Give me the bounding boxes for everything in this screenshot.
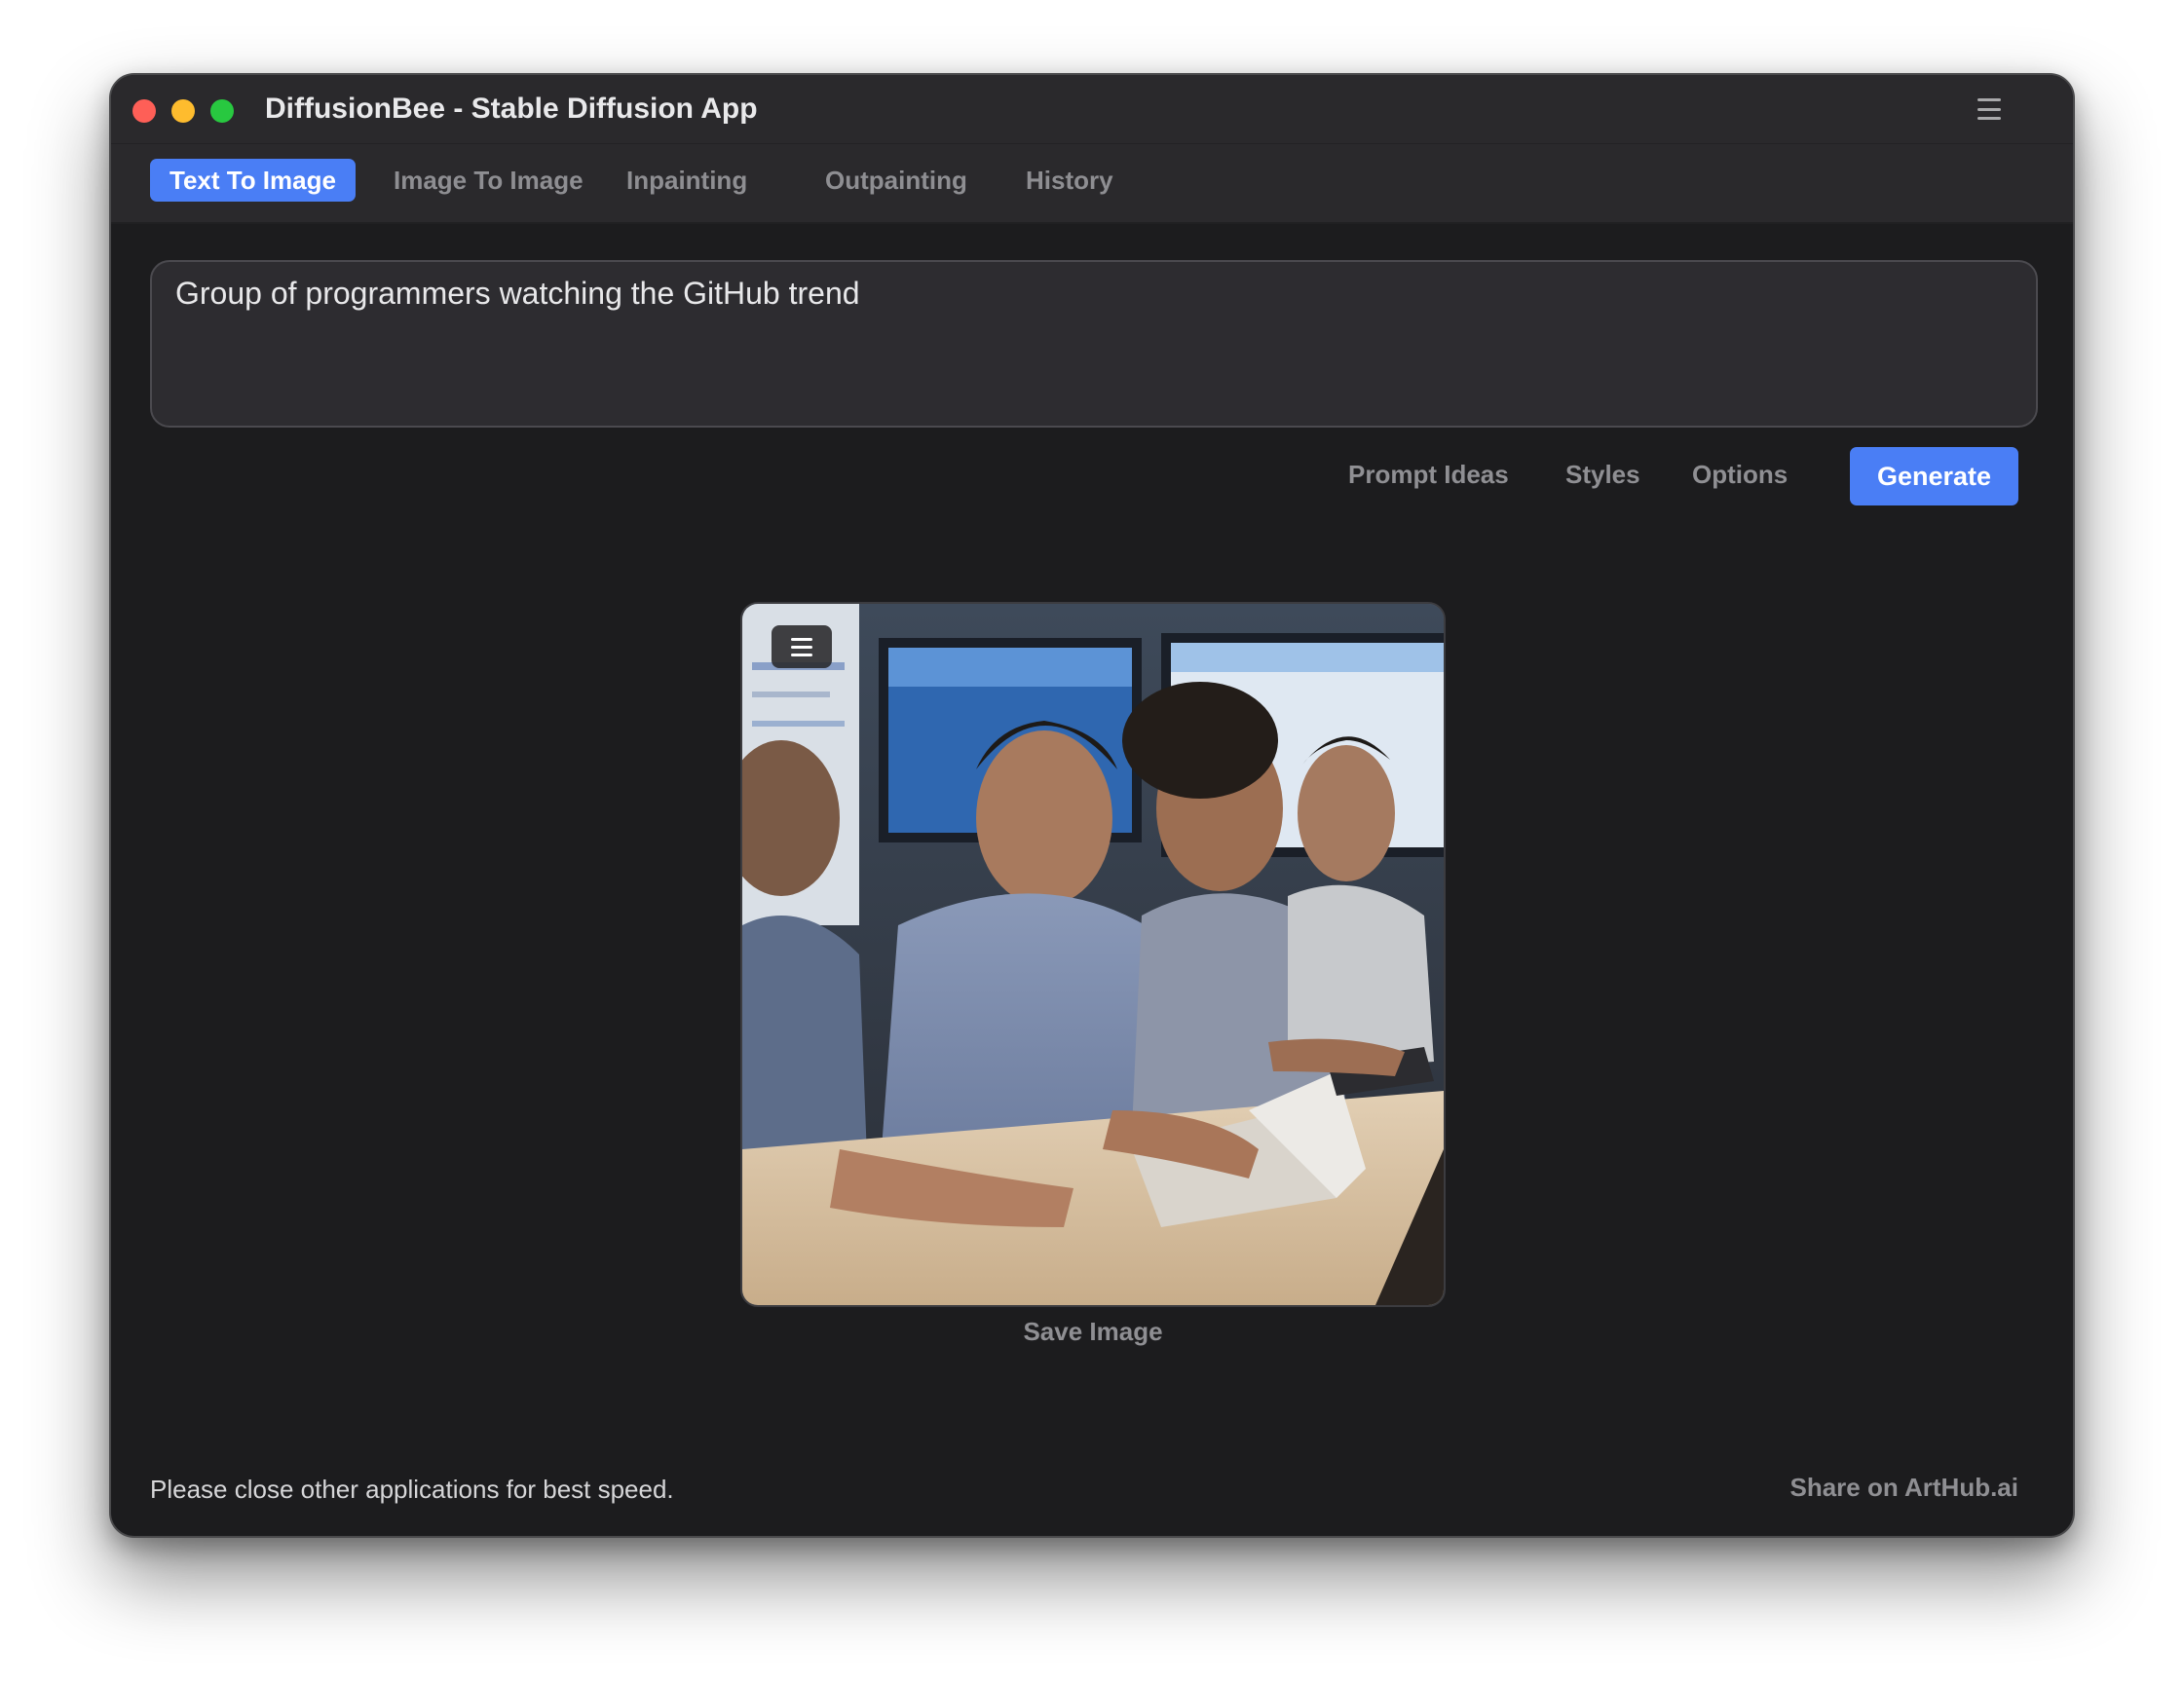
prompt-ideas-button[interactable]: Prompt Ideas xyxy=(1348,460,1509,490)
generate-button[interactable]: Generate xyxy=(1850,447,2018,505)
generated-image xyxy=(740,602,1446,1307)
tab-inpainting[interactable]: Inpainting xyxy=(607,159,767,202)
image-menu-icon[interactable] xyxy=(772,625,832,668)
status-message: Please close other applications for best… xyxy=(150,1475,674,1504)
hamburger-menu-icon[interactable] xyxy=(1977,98,2001,120)
tab-outpainting[interactable]: Outpainting xyxy=(806,159,987,202)
save-image-button[interactable]: Save Image xyxy=(740,1317,1446,1347)
tab-bar: Text To Image Image To Image Inpainting … xyxy=(111,144,2073,224)
minimize-window-button[interactable] xyxy=(171,99,195,123)
share-arthub-link[interactable]: Share on ArtHub.ai xyxy=(1789,1473,2018,1503)
maximize-window-button[interactable] xyxy=(210,99,234,123)
options-button[interactable]: Options xyxy=(1692,460,1788,490)
styles-button[interactable]: Styles xyxy=(1565,460,1640,490)
prompt-input[interactable]: Group of programmers watching the GitHub… xyxy=(150,260,2038,428)
window-title: DiffusionBee - Stable Diffusion App xyxy=(265,93,758,125)
tab-history[interactable]: History xyxy=(1006,159,1133,202)
generated-image-illustration xyxy=(742,604,1444,1305)
close-window-button[interactable] xyxy=(132,99,156,123)
tab-text-to-image[interactable]: Text To Image xyxy=(150,159,356,202)
title-bar: DiffusionBee - Stable Diffusion App xyxy=(111,75,2073,144)
app-window: DiffusionBee - Stable Diffusion App Text… xyxy=(109,73,2075,1538)
tab-image-to-image[interactable]: Image To Image xyxy=(374,159,603,202)
